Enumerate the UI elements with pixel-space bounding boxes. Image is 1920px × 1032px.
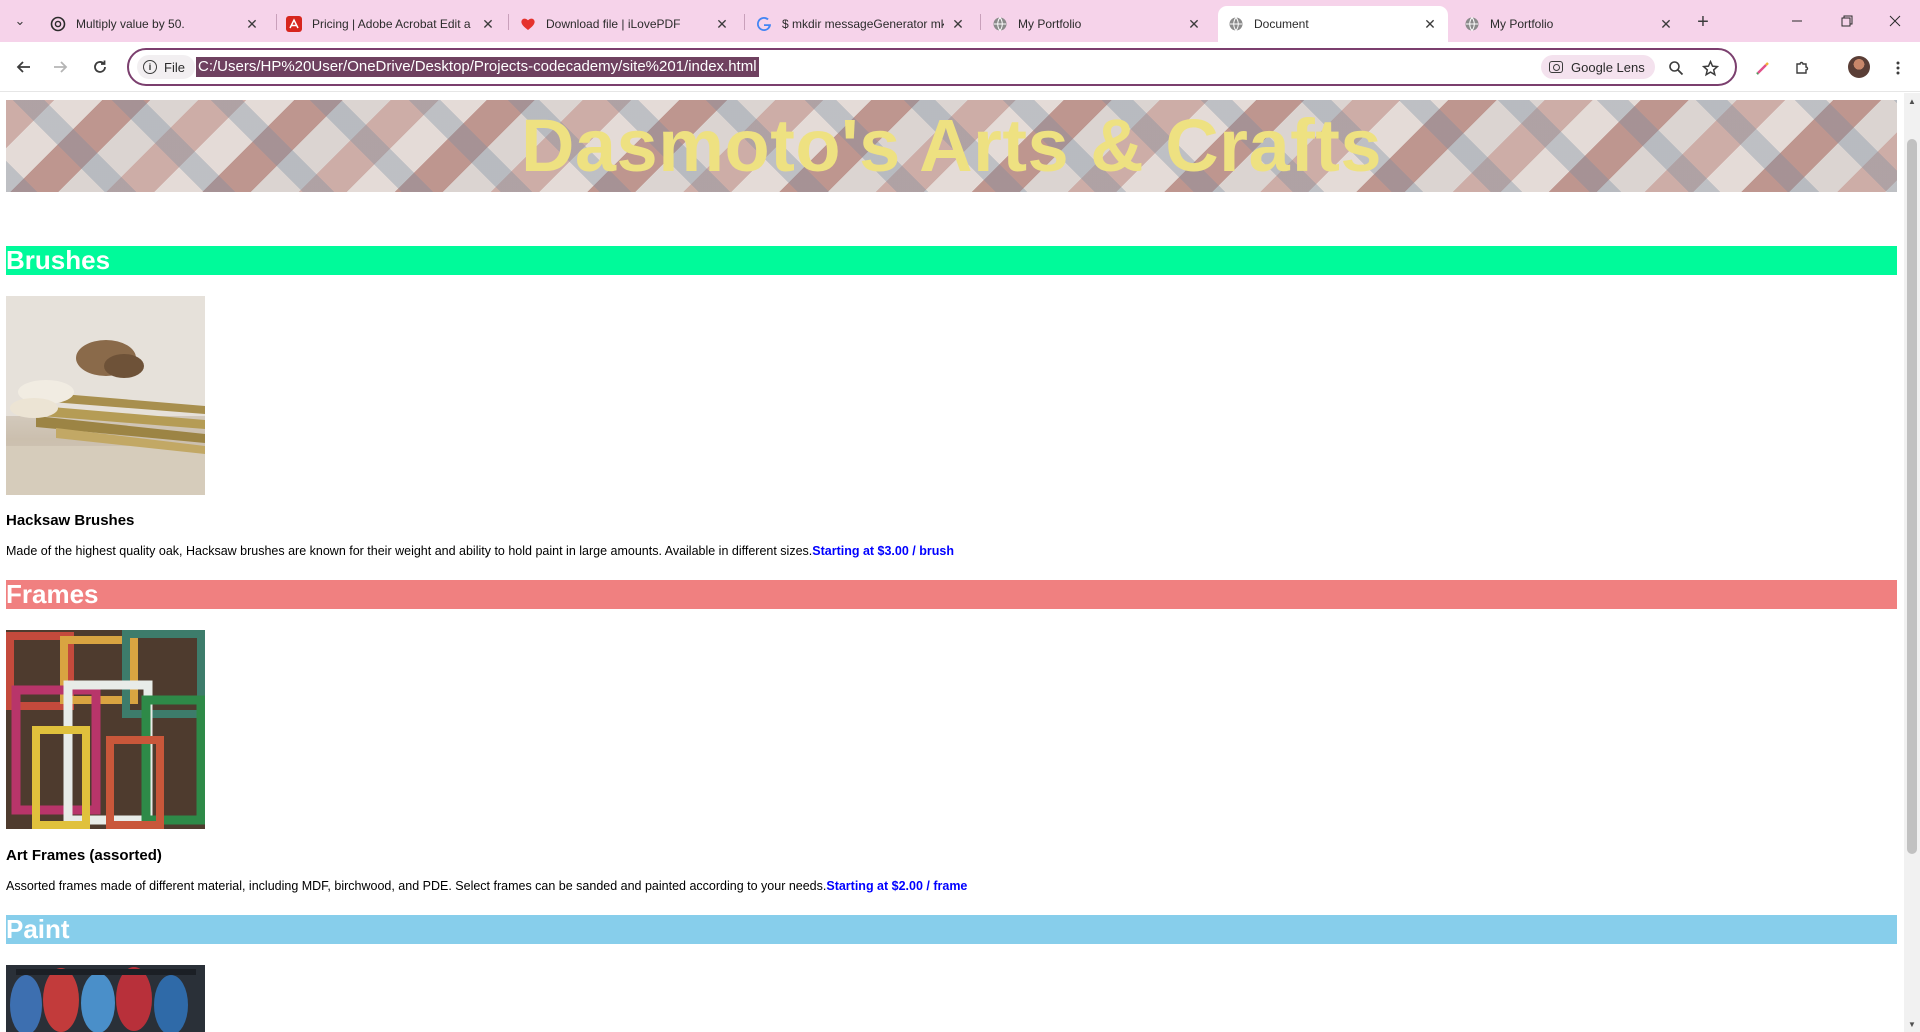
tab-search-chevron-down-icon[interactable]: ⌄ [8, 9, 32, 33]
globe-icon [992, 16, 1008, 32]
globe-icon [1464, 16, 1480, 32]
frames-description-text: Assorted frames made of different materi… [6, 879, 827, 893]
profile-avatar[interactable] [1848, 56, 1870, 78]
page-scrollbar[interactable]: ▲ ▼ [1904, 93, 1920, 1032]
close-tab-icon[interactable]: ✕ [480, 16, 496, 32]
browser-toolbar: i File C:/Users/HP%20User/OneDrive/Deskt… [0, 42, 1920, 92]
scroll-up-arrow-icon[interactable]: ▲ [1904, 93, 1920, 109]
new-tab-plus-icon[interactable]: + [1690, 9, 1716, 35]
close-tab-icon[interactable]: ✕ [714, 16, 730, 32]
lens-camera-icon [1549, 61, 1563, 73]
close-tab-icon[interactable]: ✕ [1186, 16, 1202, 32]
restore-icon[interactable] [1822, 0, 1872, 42]
forward-arrow-icon[interactable] [46, 53, 74, 81]
paint-tubes-photo [6, 965, 205, 1032]
url-text[interactable]: C:/Users/HP%20User/OneDrive/Desktop/Proj… [196, 57, 759, 77]
tab-title: Multiply value by 50. [76, 17, 185, 31]
close-window-icon[interactable] [1870, 0, 1920, 42]
pen-extension-icon[interactable] [1750, 55, 1776, 81]
address-bar[interactable]: i File C:/Users/HP%20User/OneDrive/Deskt… [127, 48, 1737, 86]
tab-title: Document [1254, 17, 1309, 31]
acrobat-icon [286, 16, 302, 32]
frames-price: Starting at $2.00 / frame [826, 879, 968, 893]
tab-title: My Portfolio [1018, 17, 1082, 31]
google-icon [756, 16, 772, 32]
bookmark-star-icon[interactable] [1699, 57, 1721, 79]
zoom-magnifier-icon[interactable] [1665, 57, 1687, 79]
openai-icon [50, 16, 66, 32]
scrollbar-thumb[interactable] [1907, 139, 1917, 854]
site-chip-label: File [164, 59, 185, 75]
tab-mkdir-search[interactable]: $ mkdir messageGenerator mkdir ✕ [746, 6, 976, 42]
brushes-description-text: Made of the highest quality oak, Hacksaw… [6, 544, 813, 558]
tab-strip: ⌄ Multiply value by 50. ✕ Pricing | Adob… [0, 0, 1920, 42]
close-tab-icon[interactable]: ✕ [1422, 16, 1438, 32]
info-icon: i [143, 60, 157, 74]
google-lens-label: Google Lens [1571, 59, 1645, 75]
tab-document-active[interactable]: Document ✕ [1218, 6, 1448, 42]
scroll-down-arrow-icon[interactable]: ▼ [1904, 1016, 1920, 1032]
item-title-art-frames: Art Frames (assorted) [6, 847, 162, 864]
section-heading-frames: Frames [6, 580, 1897, 609]
tab-multiply-value[interactable]: Multiply value by 50. ✕ [40, 6, 270, 42]
tab-title: Download file | iLovePDF [546, 17, 681, 31]
tab-my-portfolio[interactable]: My Portfolio ✕ [982, 6, 1212, 42]
minimize-icon[interactable] [1772, 0, 1822, 42]
tab-divider [508, 14, 509, 30]
item-title-hacksaw-brushes: Hacksaw Brushes [6, 512, 135, 529]
globe-icon [1228, 16, 1244, 32]
brushes-photo [6, 296, 205, 495]
reload-icon[interactable] [86, 53, 114, 81]
close-tab-icon[interactable]: ✕ [950, 16, 966, 32]
site-info-chip[interactable]: i File [137, 55, 195, 79]
more-menu-icon[interactable] [1885, 55, 1911, 81]
tab-adobe-pricing[interactable]: Pricing | Adobe Acrobat Edit a PDF ✕ [276, 6, 506, 42]
banner-title: Dasmoto's Arts & Crafts [520, 104, 1383, 187]
tab-my-portfolio-2[interactable]: My Portfolio ✕ [1454, 6, 1684, 42]
tab-ilovepdf[interactable]: Download file | iLovePDF ✕ [510, 6, 740, 42]
ilovepdf-heart-icon [520, 16, 536, 32]
item-description-brushes: Made of the highest quality oak, Hacksaw… [6, 544, 954, 558]
section-heading-paint: Paint [6, 915, 1897, 944]
section-heading-brushes: Brushes [6, 246, 1897, 275]
close-tab-icon[interactable]: ✕ [1658, 16, 1674, 32]
brushes-price: Starting at $3.00 / brush [812, 544, 954, 558]
google-lens-button[interactable]: Google Lens [1541, 55, 1655, 79]
page-viewport: Dasmoto's Arts & Crafts Brushes Hacksaw … [0, 93, 1904, 1032]
tab-divider [980, 14, 981, 30]
back-arrow-icon[interactable] [10, 53, 38, 81]
tab-title: $ mkdir messageGenerator mkdir [782, 17, 944, 31]
header-banner: Dasmoto's Arts & Crafts [6, 100, 1897, 192]
extensions-puzzle-icon[interactable] [1789, 55, 1815, 81]
frames-photo [6, 630, 205, 829]
item-description-frames: Assorted frames made of different materi… [6, 879, 967, 893]
tab-title: Pricing | Adobe Acrobat Edit a PDF [312, 17, 474, 31]
tab-divider [744, 14, 745, 30]
tab-title: My Portfolio [1490, 17, 1554, 31]
close-tab-icon[interactable]: ✕ [244, 16, 260, 32]
